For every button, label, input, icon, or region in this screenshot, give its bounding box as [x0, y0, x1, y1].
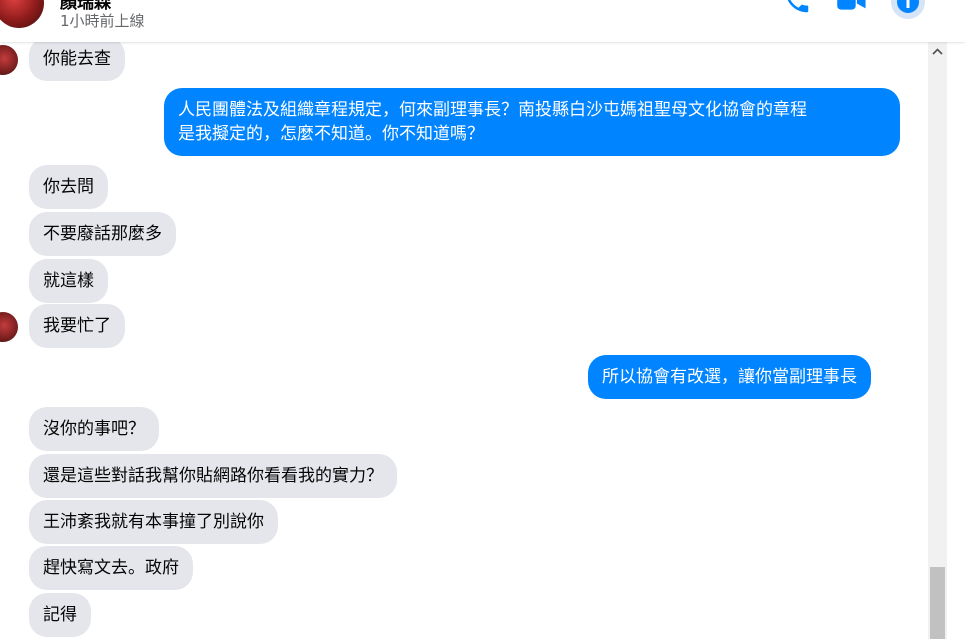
contact-status: 1小時前上線 — [60, 12, 145, 30]
contact-avatar[interactable] — [0, 0, 44, 28]
received-message[interactable]: 我要忙了 — [29, 304, 125, 348]
contact-avatar-small — [0, 45, 18, 75]
video-camera-icon[interactable] — [836, 0, 868, 20]
phone-icon[interactable] — [782, 0, 812, 20]
conversation-header: 顏瑞森 1小時前上線 — [0, 0, 965, 42]
received-message[interactable]: 還是這些對話我幫你貼網路你看看我的實力？ — [29, 454, 397, 498]
info-icon[interactable] — [890, 0, 926, 24]
scrollbar[interactable] — [928, 42, 947, 639]
received-message[interactable]: 就這樣 — [29, 259, 108, 303]
sent-message[interactable]: 所以協會有改選，讓你當副理事長 — [588, 355, 871, 399]
received-message[interactable]: 趕快寫文去。政府 — [29, 546, 193, 590]
scroll-up-arrow-icon[interactable] — [928, 42, 947, 61]
received-message[interactable]: 你能去查 — [29, 42, 125, 81]
contact-avatar-small — [0, 312, 18, 342]
received-message[interactable]: 不要廢話那麼多 — [29, 212, 176, 256]
scrollbar-thumb[interactable] — [930, 567, 945, 639]
message-thread: 你能去查 人民團體法及組織章程規定，何來副理事長？南投縣白沙屯媽祖聖母文化協會的… — [0, 42, 927, 639]
received-message[interactable]: 記得 — [29, 593, 91, 637]
received-message[interactable]: 你去問 — [29, 165, 108, 209]
received-message[interactable]: 王沛紊我就有本事撞了別說你 — [29, 500, 278, 544]
received-message[interactable]: 沒你的事吧？ — [29, 407, 159, 451]
sent-message[interactable]: 人民團體法及組織章程規定，何來副理事長？南投縣白沙屯媽祖聖母文化協會的章程 是我… — [164, 88, 900, 156]
